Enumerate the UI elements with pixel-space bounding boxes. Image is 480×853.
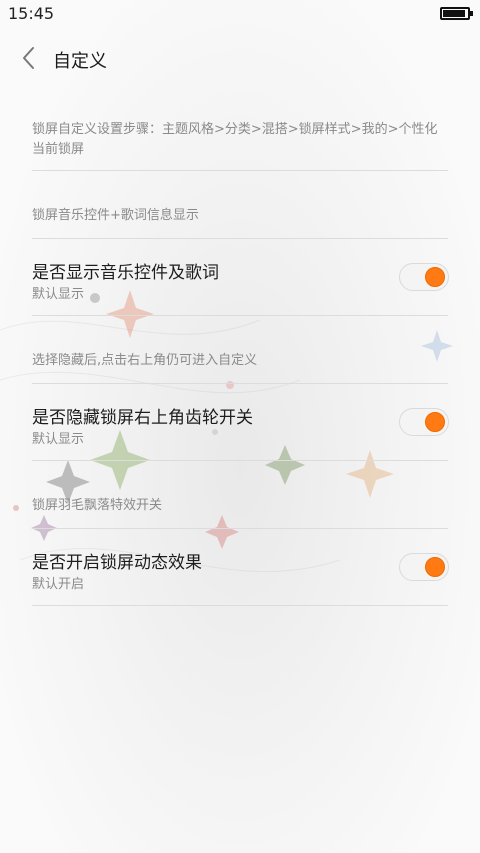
- instructions-line-2: 当前锁屏: [32, 142, 85, 157]
- divider: [32, 238, 448, 239]
- setting-subtitle: 默认显示: [32, 287, 85, 302]
- hide-gear-toggle[interactable]: [399, 408, 449, 436]
- instructions-line-1: 锁屏自定义设置步骤：主题风格>分类>混搭>锁屏样式>我的>个性化: [32, 122, 438, 137]
- setting-subtitle: 默认开启: [32, 577, 85, 592]
- back-button[interactable]: [18, 46, 40, 70]
- toggle-knob: [425, 267, 445, 287]
- page-title: 自定义: [53, 51, 107, 72]
- setting-title: 是否开启锁屏动态效果: [32, 553, 202, 573]
- divider: [32, 383, 448, 384]
- toggle-knob: [425, 412, 445, 432]
- status-bar: 15:45: [0, 0, 480, 28]
- top-bar: 自定义: [0, 36, 480, 80]
- divider: [32, 605, 448, 606]
- dynamic-effect-toggle[interactable]: [399, 553, 449, 581]
- setting-subtitle: 默认显示: [32, 432, 85, 447]
- section-music-note: 锁屏音乐控件+歌词信息显示: [32, 208, 199, 223]
- chevron-left-icon: [23, 47, 34, 69]
- music-lyrics-toggle[interactable]: [399, 263, 449, 291]
- setting-title: 是否显示音乐控件及歌词: [32, 263, 219, 283]
- section-gear-note: 选择隐藏后,点击右上角仍可进入自定义: [32, 353, 258, 368]
- status-time: 15:45: [8, 4, 55, 23]
- instructions-note: 锁屏自定义设置步骤：主题风格>分类>混搭>锁屏样式>我的>个性化 当前锁屏: [32, 120, 452, 160]
- battery-icon: [440, 7, 473, 20]
- divider: [32, 170, 448, 171]
- divider: [32, 315, 448, 316]
- setting-title: 是否隐藏锁屏右上角齿轮开关: [32, 408, 253, 428]
- divider: [32, 460, 448, 461]
- toggle-knob: [425, 557, 445, 577]
- divider: [32, 528, 448, 529]
- section-feather-note: 锁屏羽毛飘落特效开关: [32, 498, 163, 513]
